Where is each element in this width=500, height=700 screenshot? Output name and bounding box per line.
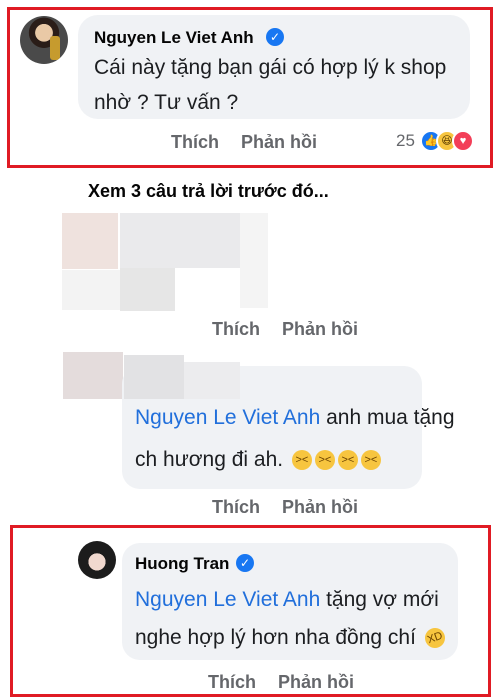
comment-author[interactable]: Huong Tran (135, 554, 229, 574)
grinning-squinting-face-icon: >< (314, 450, 335, 471)
like-link[interactable]: Thích (171, 132, 219, 153)
rolling-on-floor-laughing-icon: XD (421, 625, 448, 652)
grinning-squinting-face-icon: >< (337, 450, 358, 471)
reaction-count: 25 (396, 131, 415, 150)
reply-link[interactable]: Phản hồi (278, 672, 354, 693)
reply-link[interactable]: Phản hồi (282, 497, 358, 518)
blurred-comment-content (240, 213, 268, 308)
blurred-avatar (62, 213, 118, 269)
reply-link[interactable]: Phản hồi (241, 132, 317, 153)
grinning-squinting-face-icon: >< (291, 450, 312, 471)
view-previous-replies-link[interactable]: Xem 3 câu trả lời trước đó... (88, 181, 329, 202)
blurred-author-name (124, 355, 184, 399)
blurred-avatar (63, 352, 123, 399)
comment-text-line-2: nhờ ? Tư vấn ? (94, 91, 239, 114)
verified-badge-icon: ✓ (266, 28, 284, 46)
avatar[interactable] (20, 16, 68, 64)
love-icon: ♥ (452, 130, 474, 152)
comment-text-line-1: Nguyen Le Viet Anh tặng vợ mới (135, 588, 439, 611)
like-link[interactable]: Thích (212, 319, 260, 340)
comment-text-line-1: Cái này tặng bạn gái có hợp lý k shop (94, 56, 447, 79)
comment-text-line-2: nghe hợp lý hơn nha đồng chí XD (135, 620, 448, 655)
avatar[interactable] (78, 541, 116, 579)
mention-link[interactable]: Nguyen Le Viet Anh (135, 588, 320, 611)
verified-badge-icon: ✓ (236, 554, 254, 572)
blurred-comment-content (120, 213, 240, 268)
like-link[interactable]: Thích (208, 672, 256, 693)
blurred-author-name (184, 362, 240, 399)
reply-link[interactable]: Phản hồi (282, 319, 358, 340)
blurred-comment-content (120, 268, 175, 311)
grinning-squinting-face-icon: >< (360, 450, 381, 471)
comment-author[interactable]: Nguyen Le Viet Anh (94, 28, 254, 48)
mention-link[interactable]: Nguyen Le Viet Anh (135, 406, 320, 429)
comment-text-line-2: ch hương đi ah. >< >< >< >< (135, 442, 381, 477)
comment-text-line-1: Nguyen Le Viet Anh anh mua tặng (135, 406, 455, 429)
blurred-comment-content (62, 270, 120, 310)
like-link[interactable]: Thích (212, 497, 260, 518)
